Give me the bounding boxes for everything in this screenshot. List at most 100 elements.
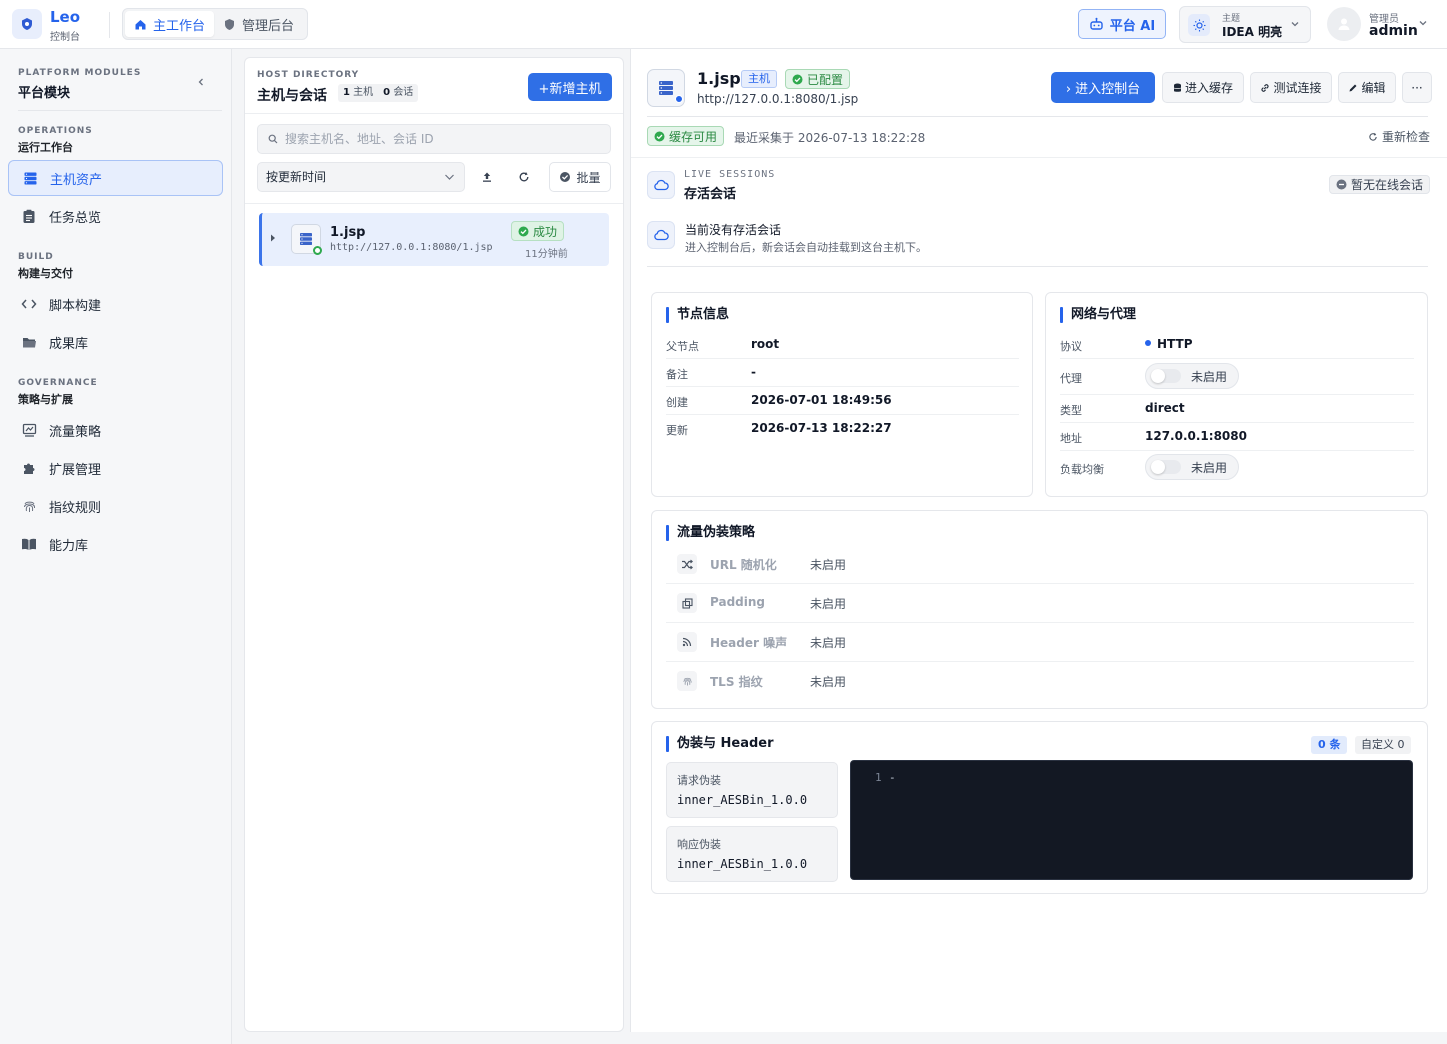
host-url: http://127.0.0.1:8080/1.jsp: [697, 92, 859, 106]
host-detail-panel: 1.jsp 主机 已配置 http://127.0.0.1:8080/1.jsp…: [630, 49, 1447, 1032]
platform-ai-label: 平台 AI: [1109, 18, 1156, 34]
padding-icon: [677, 593, 697, 613]
puzzle-icon: [21, 460, 37, 476]
protocol-dot: [1145, 340, 1151, 346]
policy-name: Padding: [710, 595, 765, 609]
sidebar-item-tasks[interactable]: 任务总览: [8, 198, 223, 234]
shuffle-icon: [677, 554, 697, 574]
sort-select[interactable]: 按更新时间: [257, 162, 465, 192]
edit-button[interactable]: 编辑: [1338, 72, 1396, 103]
server-icon: [291, 224, 322, 255]
cloud-icon: [647, 171, 675, 199]
pencil-icon: [1348, 83, 1358, 93]
field-label: 协议: [1060, 340, 1082, 353]
field-label: 负载均衡: [1060, 463, 1104, 476]
sidebar-item-label: 指纹规则: [49, 500, 102, 516]
policy-status: 未启用: [810, 558, 847, 572]
platform-ai-button[interactable]: 平台 AI: [1078, 9, 1166, 39]
enter-console-button[interactable]: › 进入控制台: [1051, 72, 1155, 103]
cache-collected-time: 最近采集于 2026-07-13 18:22:28: [734, 131, 926, 145]
upload-icon: [481, 171, 493, 183]
edit-label: 编辑: [1361, 81, 1386, 95]
policy-name: URL 随机化: [710, 558, 777, 572]
check-circle-icon: [518, 226, 529, 237]
tab-workbench-label: 主工作台: [153, 18, 206, 34]
divider: [631, 157, 1447, 158]
tab-admin-label: 管理后台: [242, 18, 295, 34]
configured-badge: 已配置: [785, 69, 851, 89]
toggle-track: [1151, 369, 1181, 383]
user-menu[interactable]: 管理员 admin: [1327, 6, 1433, 43]
recheck-button[interactable]: 重新检查: [1368, 128, 1430, 145]
group-label-build: BUILD: [18, 252, 54, 262]
search-input[interactable]: [285, 125, 605, 153]
traffic-policy-row: URL 随机化 未启用: [666, 545, 1414, 584]
field-label: 地址: [1060, 432, 1082, 445]
upload-button[interactable]: [473, 163, 501, 191]
sun-icon: [1188, 14, 1210, 36]
configured-label: 已配置: [807, 72, 844, 87]
sidebar: PLATFORM MODULES 平台模块 OPERATIONS 运行工作台 主…: [0, 49, 232, 1044]
sort-select-value: 按更新时间: [266, 170, 327, 184]
field-value: direct: [1145, 401, 1185, 415]
sidebar-item-hosts[interactable]: 主机资产: [8, 160, 223, 196]
refresh-button[interactable]: [510, 163, 538, 191]
add-host-button[interactable]: +新增主机: [528, 73, 612, 101]
database-icon: [1173, 83, 1182, 93]
chevron-down-icon: [1418, 18, 1428, 28]
cache-status-label: 缓存可用: [669, 129, 718, 144]
traffic-policy-row: Header 噪声 未启用: [666, 623, 1414, 662]
check-circle-icon: [792, 74, 803, 85]
batch-label: 批量: [576, 170, 601, 185]
theme-selector[interactable]: 主题 IDEA 明亮: [1179, 6, 1311, 43]
host-count-badge: 1 主机: [343, 87, 374, 98]
host-list-item[interactable]: 1.jsp http://127.0.0.1:8080/1.jsp 成功 11分…: [259, 213, 609, 266]
traffic-policy-row: Padding 未启用: [666, 584, 1414, 623]
header-code-editor[interactable]: 1 -: [850, 760, 1413, 880]
check-circle-icon: [559, 171, 571, 183]
sidebar-title-en: PLATFORM MODULES: [18, 68, 142, 78]
toggle-label: 未启用: [1191, 370, 1228, 384]
header-disguise-title: 伪装与 Header: [666, 736, 774, 752]
sidebar-item-artifacts[interactable]: 成果库: [8, 324, 223, 360]
field-label: 类型: [1060, 404, 1082, 417]
server-icon: [647, 69, 685, 107]
chevron-down-icon: [444, 172, 455, 182]
tab-workbench[interactable]: 主工作台: [125, 11, 215, 37]
host-directory-label: HOST DIRECTORY: [257, 70, 360, 80]
sidebar-item-capabilities[interactable]: 能力库: [8, 526, 223, 562]
line-number: 1: [875, 771, 882, 784]
batch-button[interactable]: 批量: [549, 162, 611, 192]
address-row: 地址 127.0.0.1:8080: [1060, 423, 1414, 451]
sidebar-item-traffic-policy[interactable]: 流量策略: [8, 412, 223, 448]
policy-status: 未启用: [810, 675, 847, 689]
group-title-operations: 运行工作台: [18, 141, 73, 154]
sidebar-item-label: 任务总览: [49, 210, 102, 226]
online-status-dot: [313, 246, 322, 255]
sidebar-item-fingerprint-rules[interactable]: 指纹规则: [8, 488, 223, 524]
live-sessions-title: 存活会话: [684, 187, 737, 202]
caret-right-icon[interactable]: [269, 233, 277, 243]
test-connection-button[interactable]: 测试连接: [1250, 72, 1332, 103]
proxy-toggle[interactable]: 未启用: [1145, 363, 1239, 389]
code-icon: [21, 296, 37, 312]
home-icon: [134, 18, 147, 31]
sidebar-item-script-build[interactable]: 脚本构建: [8, 286, 223, 322]
empty-sessions-title: 当前没有存活会话: [685, 223, 782, 237]
logo-icon[interactable]: [12, 9, 42, 39]
tab-admin[interactable]: 管理后台: [214, 11, 303, 37]
field-label: 更新: [666, 424, 688, 437]
node-info-card: 节点信息 父节点 root 备注 - 创建 2026-07-01 18:49:5…: [651, 292, 1033, 497]
enter-cache-button[interactable]: 进入缓存: [1162, 72, 1244, 103]
field-value: HTTP: [1145, 337, 1192, 351]
load-balance-toggle[interactable]: 未启用: [1145, 454, 1239, 480]
more-actions-button[interactable]: ···: [1402, 72, 1432, 103]
group-title-build: 构建与交付: [18, 267, 73, 280]
main-nav-tabs: 主工作台 管理后台: [122, 8, 308, 40]
sidebar-item-extensions[interactable]: 扩展管理: [8, 450, 223, 486]
sidebar-item-label: 成果库: [49, 336, 89, 352]
traffic-disguise-title: 流量伪装策略: [666, 525, 755, 541]
policy-name: Header 噪声: [710, 636, 788, 650]
request-disguise-label: 请求伪装: [677, 774, 721, 787]
collapse-sidebar-icon[interactable]: [196, 77, 206, 87]
